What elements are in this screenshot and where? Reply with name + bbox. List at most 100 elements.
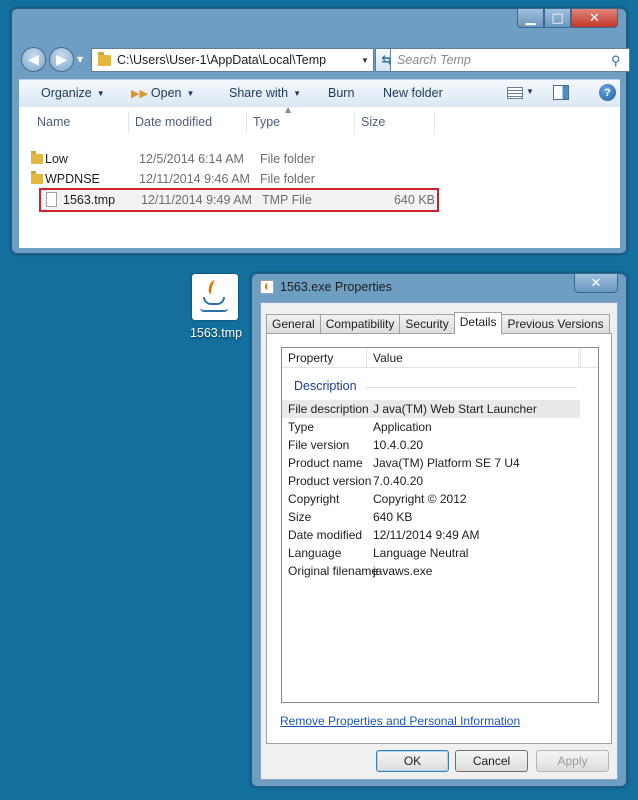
details-panel: Property Value Description File descript… xyxy=(266,333,612,744)
sort-up-icon: ▲ xyxy=(285,105,292,114)
tab-general[interactable]: General xyxy=(266,314,321,333)
property-key: File description xyxy=(288,402,369,416)
property-list-header: Property Value xyxy=(282,348,598,368)
share-with-button[interactable]: Share with ▼ xyxy=(229,86,301,100)
maximize-button[interactable]: □ xyxy=(544,8,571,28)
new-folder-button[interactable]: New folder xyxy=(383,86,443,100)
property-key: Type xyxy=(288,420,315,434)
forward-button[interactable]: ▶ xyxy=(49,47,74,72)
tab-strip: General Compatibility Security Details P… xyxy=(266,312,610,334)
file-size: 640 KB xyxy=(393,193,435,207)
help-icon[interactable]: ? xyxy=(599,84,616,101)
java-steam-shape xyxy=(207,280,219,294)
open-button[interactable]: ▶▶ Open ▼ xyxy=(131,86,194,100)
file-name: 1563.tmp xyxy=(63,193,116,207)
new-folder-label: New folder xyxy=(383,86,443,100)
close-button[interactable]: ✕ xyxy=(571,8,618,28)
property-row[interactable]: Size 640 KB xyxy=(282,508,580,526)
chevron-down-icon: ▼ xyxy=(186,89,195,98)
property-value: Application xyxy=(373,420,432,434)
property-value: 640 KB xyxy=(373,510,413,524)
column-header-value[interactable]: Value xyxy=(367,348,579,368)
file-row[interactable]: WPDNSE 12/11/2014 9:46 AM File folder xyxy=(31,169,431,189)
organize-label: Organize xyxy=(41,86,92,100)
dialog-caption-buttons: ✕ xyxy=(574,273,618,293)
file-row-selected[interactable]: 1563.tmp 12/11/2014 9:49 AM TMP File 640… xyxy=(39,188,439,212)
property-row[interactable]: File description J ava(TM) Web Start Laun… xyxy=(282,400,580,418)
desktop-file-icon[interactable]: 1563.tmp xyxy=(186,274,246,344)
property-row[interactable]: Product version 7.0.40.20 xyxy=(282,472,580,490)
file-name: WPDNSE xyxy=(45,172,100,186)
property-row[interactable]: File version 10.4.0.20 xyxy=(282,436,580,454)
back-button[interactable]: ◀ xyxy=(21,47,46,72)
column-header-property[interactable]: Property xyxy=(282,348,367,368)
properties-dialog: 1563.exe Properties ✕ General Compatibil… xyxy=(251,273,627,787)
property-list: Property Value Description File descript… xyxy=(281,347,599,703)
search-icon[interactable]: ⚲ xyxy=(611,53,623,68)
burn-button[interactable]: Burn xyxy=(328,86,354,100)
chevron-down-icon: ▼ xyxy=(293,89,301,98)
minimize-icon: ▁ xyxy=(525,10,536,26)
tab-details[interactable]: Details xyxy=(453,312,503,334)
property-row[interactable]: Copyright Copyright © 2012 xyxy=(282,490,580,508)
apply-button[interactable]: Apply xyxy=(536,750,609,772)
address-text[interactable]: C:\Users\User-1\AppData\Local\Temp xyxy=(117,53,357,67)
tab-previous-versions[interactable]: Previous Versions xyxy=(501,314,610,333)
explorer-window: ▁ □ ✕ ◀ ▶ ▼ C:\Users\User-1\AppData\Loca… xyxy=(11,8,630,254)
column-header-type[interactable]: Type xyxy=(247,111,355,133)
column-type-label: Type xyxy=(253,115,281,129)
column-header-date[interactable]: Date modified xyxy=(129,111,247,133)
property-key: Product version xyxy=(288,474,372,488)
property-key: Original filename xyxy=(288,564,379,578)
open-icon: ▶▶ xyxy=(131,88,148,100)
ok-button[interactable]: OK xyxy=(376,750,449,772)
column-name-label: Name xyxy=(37,115,71,129)
file-date: 12/11/2014 9:46 AM xyxy=(139,172,250,186)
folder-icon xyxy=(98,51,111,66)
property-row[interactable]: Date modified 12/11/2014 9:49 AM xyxy=(282,526,580,544)
column-date-label: Date modified xyxy=(135,115,213,129)
address-bar[interactable]: C:\Users\User-1\AppData\Local\Temp ▼ xyxy=(91,48,374,72)
column-size-label: Size xyxy=(361,115,386,129)
desktop-icon-label: 1563.tmp xyxy=(189,326,243,340)
property-value: javaws.exe xyxy=(373,564,433,578)
property-row[interactable]: Original filename javaws.exe xyxy=(282,562,580,580)
cancel-button[interactable]: Cancel xyxy=(455,750,528,772)
property-key: Date modified xyxy=(288,528,363,542)
change-view-icon[interactable] xyxy=(507,87,523,99)
close-icon: ✕ xyxy=(590,275,602,291)
chevron-down-icon: ▼ xyxy=(96,89,105,98)
file-type: File folder xyxy=(260,152,315,166)
recent-pages-dropdown[interactable]: ▼ xyxy=(77,55,87,65)
chevron-down-icon[interactable]: ▼ xyxy=(526,87,534,96)
share-with-label: Share with xyxy=(229,86,289,100)
remove-properties-link[interactable]: Remove Properties and Personal Informati… xyxy=(280,714,520,728)
property-value: Java(TM) Platform SE 7 U4 xyxy=(373,456,520,470)
property-key: Copyright xyxy=(288,492,340,506)
tab-compatibility[interactable]: Compatibility xyxy=(319,314,401,333)
property-row[interactable]: Type Application xyxy=(282,418,580,436)
back-arrow-icon: ◀ xyxy=(28,51,39,68)
java-plate-shape xyxy=(200,308,228,312)
column-header-size[interactable]: Size xyxy=(355,111,435,133)
section-heading: Description xyxy=(294,379,357,393)
file-date: 12/5/2014 6:14 AM xyxy=(139,152,244,166)
property-key: Language xyxy=(288,546,342,560)
maximize-icon: □ xyxy=(551,10,564,26)
column-header-name[interactable]: Name xyxy=(31,111,129,133)
tab-security[interactable]: Security xyxy=(399,314,455,333)
java-mug-shape xyxy=(203,297,225,305)
search-placeholder: Search Temp xyxy=(397,53,471,67)
search-input[interactable]: Search Temp ⚲ xyxy=(390,48,630,72)
preview-pane-icon[interactable] xyxy=(553,85,569,100)
property-row[interactable]: Language Language Neutral xyxy=(282,544,580,562)
command-toolbar: Organize ▼ ▶▶ Open ▼ Share with ▼ Burn New f… xyxy=(19,79,620,107)
property-row[interactable]: Product name Java(TM) Platform SE 7 U4 xyxy=(282,454,580,472)
property-value: 12/11/2014 9:49 AM xyxy=(373,528,480,542)
organize-button[interactable]: Organize ▼ xyxy=(41,86,105,100)
file-row[interactable]: Low 12/5/2014 6:14 AM File folder xyxy=(31,149,431,169)
chevron-down-icon[interactable]: ▼ xyxy=(357,56,373,65)
explorer-caption-buttons: ▁ □ ✕ xyxy=(517,8,618,28)
minimize-button[interactable]: ▁ xyxy=(517,8,544,28)
dialog-close-button[interactable]: ✕ xyxy=(574,273,618,293)
